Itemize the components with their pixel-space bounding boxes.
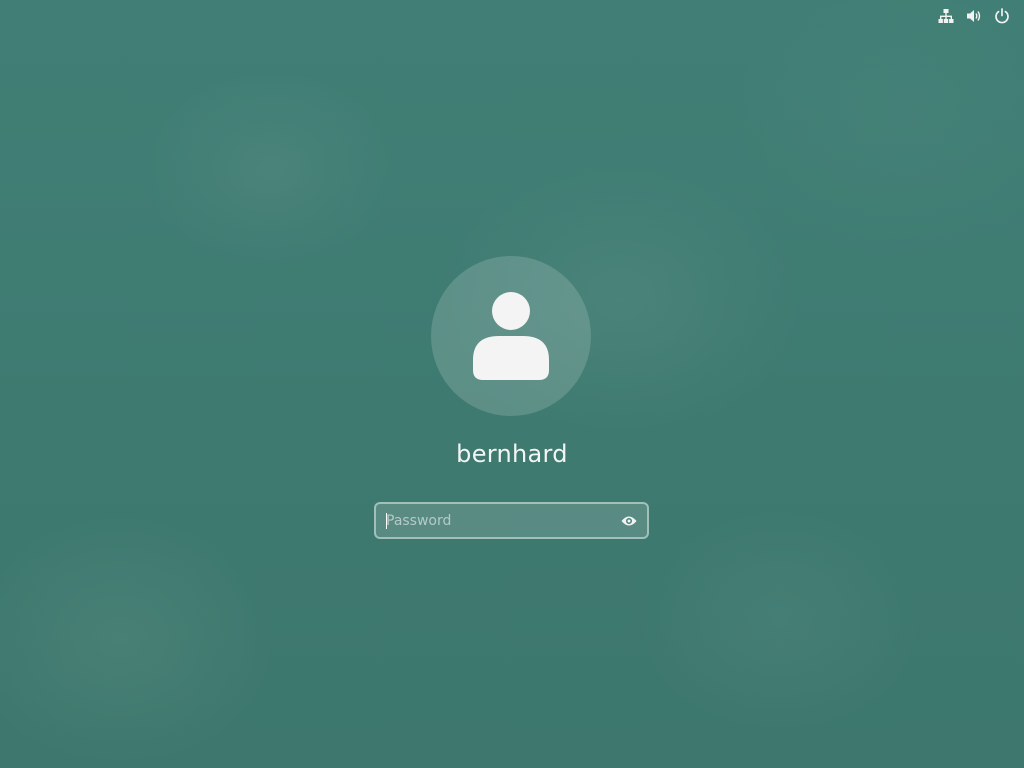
text-caret — [386, 513, 387, 529]
login-panel: bernhard — [0, 0, 1024, 768]
password-input[interactable] — [384, 504, 611, 537]
username-label: bernhard — [456, 440, 568, 468]
show-password-button[interactable] — [620, 512, 638, 530]
password-field[interactable] — [374, 502, 649, 539]
user-avatar — [431, 256, 591, 416]
user-avatar-icon — [473, 292, 549, 380]
eye-icon — [621, 516, 637, 526]
